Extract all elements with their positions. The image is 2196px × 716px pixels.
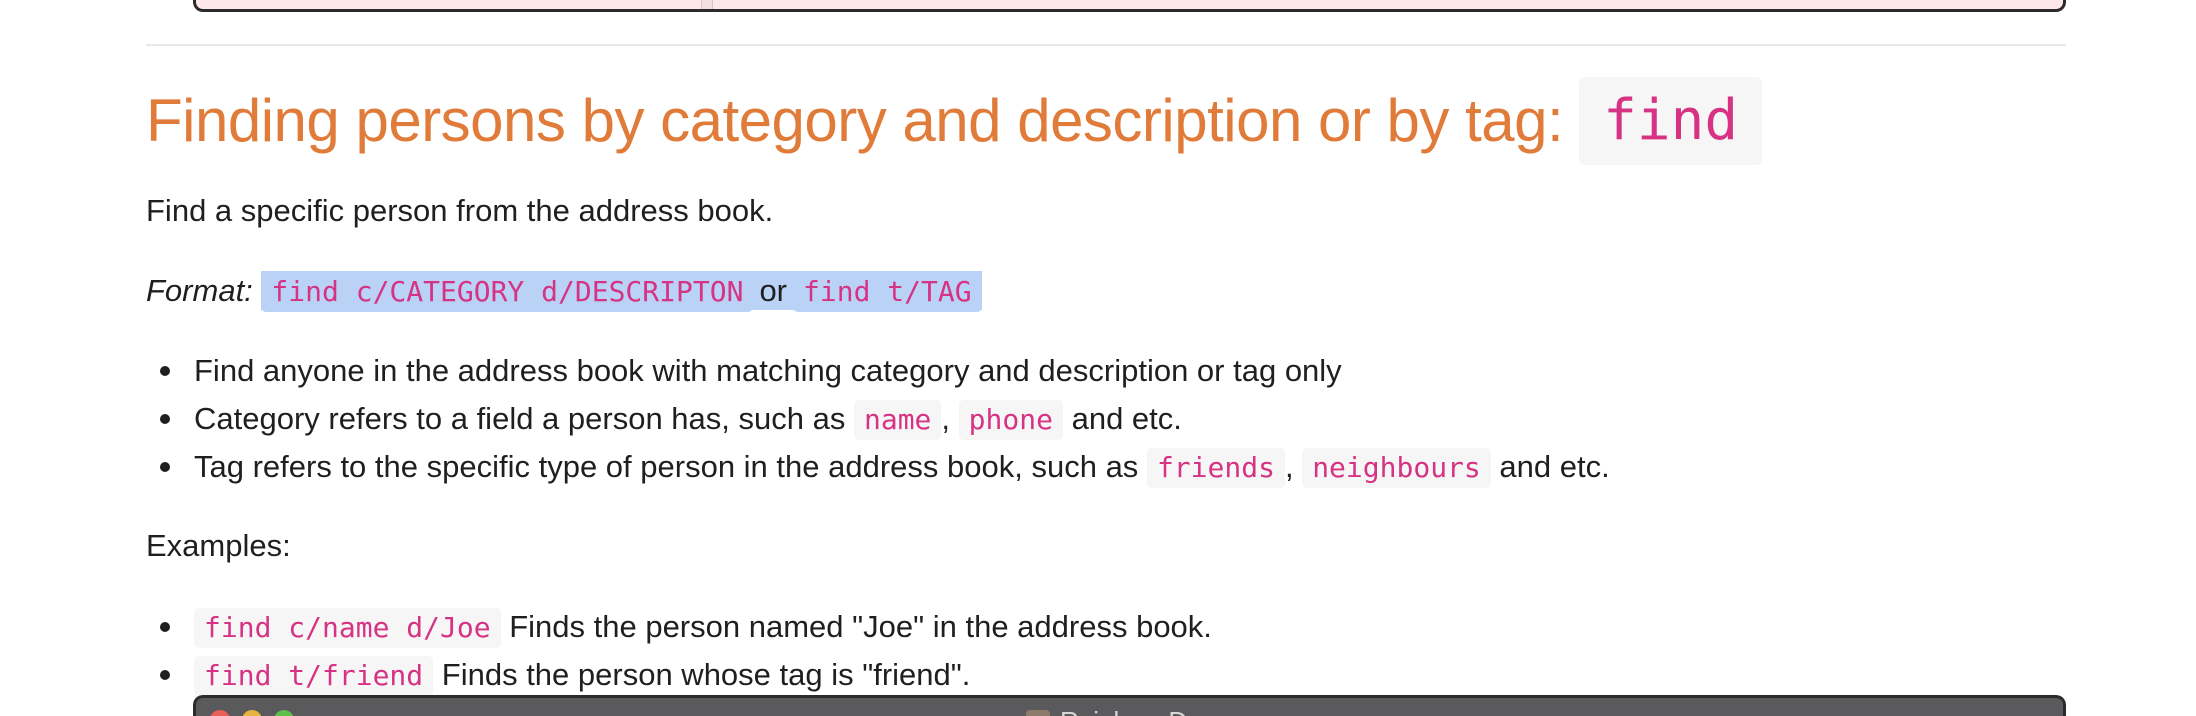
note-separator: ,	[1284, 449, 1294, 484]
note-text: Find anyone in the address book with mat…	[194, 353, 1342, 388]
maximize-dot-icon	[274, 710, 294, 716]
example-text: Finds the person whose tag is "friend".	[441, 657, 971, 692]
inline-code-neighbours: neighbours	[1302, 448, 1491, 488]
format-paragraph: Format: find c/CATEGORY d/DESCRIPTON or fi…	[146, 268, 982, 314]
section-divider	[146, 44, 2066, 46]
app-icon	[1026, 709, 1050, 716]
window-title: Rainbow Dragon	[1026, 706, 1254, 716]
note-suffix: and etc.	[1071, 401, 1182, 436]
app-window-screenshot: Rainbow Dragon	[193, 695, 2066, 716]
bullet	[160, 622, 170, 632]
heading-text: Finding persons by category and descript…	[146, 87, 1564, 154]
examples-list: find c/name d/Joe Finds the person named…	[146, 603, 1212, 699]
close-dot-icon	[210, 710, 230, 716]
list-item: find t/friend Finds the person whose tag…	[146, 651, 1212, 699]
inline-code-name: name	[853, 400, 942, 440]
example-text: Finds the person named "Joe" in the addr…	[509, 609, 1212, 644]
format-command-tag[interactable]: find t/TAG	[793, 272, 982, 312]
format-command-category[interactable]: find c/CATEGORY d/DESCRIPTON	[261, 272, 754, 312]
inline-code-phone: phone	[958, 400, 1063, 440]
list-item: Find anyone in the address book with mat…	[146, 347, 1610, 395]
list-item: Tag refers to the specific type of perso…	[146, 443, 1610, 491]
note-prefix: Category refers to a field a person has,…	[194, 401, 846, 436]
example-code: find t/friend	[194, 656, 434, 696]
bullet	[160, 462, 170, 472]
examples-label: Examples:	[146, 528, 291, 563]
notes-list: Find anyone in the address book with mat…	[146, 347, 1610, 491]
bullet	[160, 414, 170, 424]
intro-paragraph: Find a specific person from the address …	[146, 193, 774, 228]
example-code: find c/name d/Joe	[194, 608, 501, 648]
format-label: Format:	[146, 273, 253, 308]
note-prefix: Tag refers to the specific type of perso…	[194, 449, 1139, 484]
pane-divider	[701, 0, 713, 9]
window-title-text: Rainbow Dragon	[1060, 706, 1254, 716]
minimize-dot-icon	[242, 710, 262, 716]
heading-code: find	[1579, 77, 1763, 165]
format-selection[interactable]: find c/CATEGORY d/DESCRIPTON or find t/TAG	[261, 271, 982, 312]
note-suffix: and etc.	[1499, 449, 1610, 484]
list-item: find c/name d/Joe Finds the person named…	[146, 603, 1212, 651]
top-screenshot-image	[193, 0, 2066, 12]
bullet	[160, 670, 170, 680]
inline-code-friends: friends	[1146, 448, 1285, 488]
section-heading: Finding persons by category and descript…	[146, 76, 1763, 166]
list-item: Category refers to a field a person has,…	[146, 395, 1610, 443]
note-separator: ,	[941, 401, 951, 436]
bullet	[160, 366, 170, 376]
format-joiner: or	[753, 273, 794, 308]
